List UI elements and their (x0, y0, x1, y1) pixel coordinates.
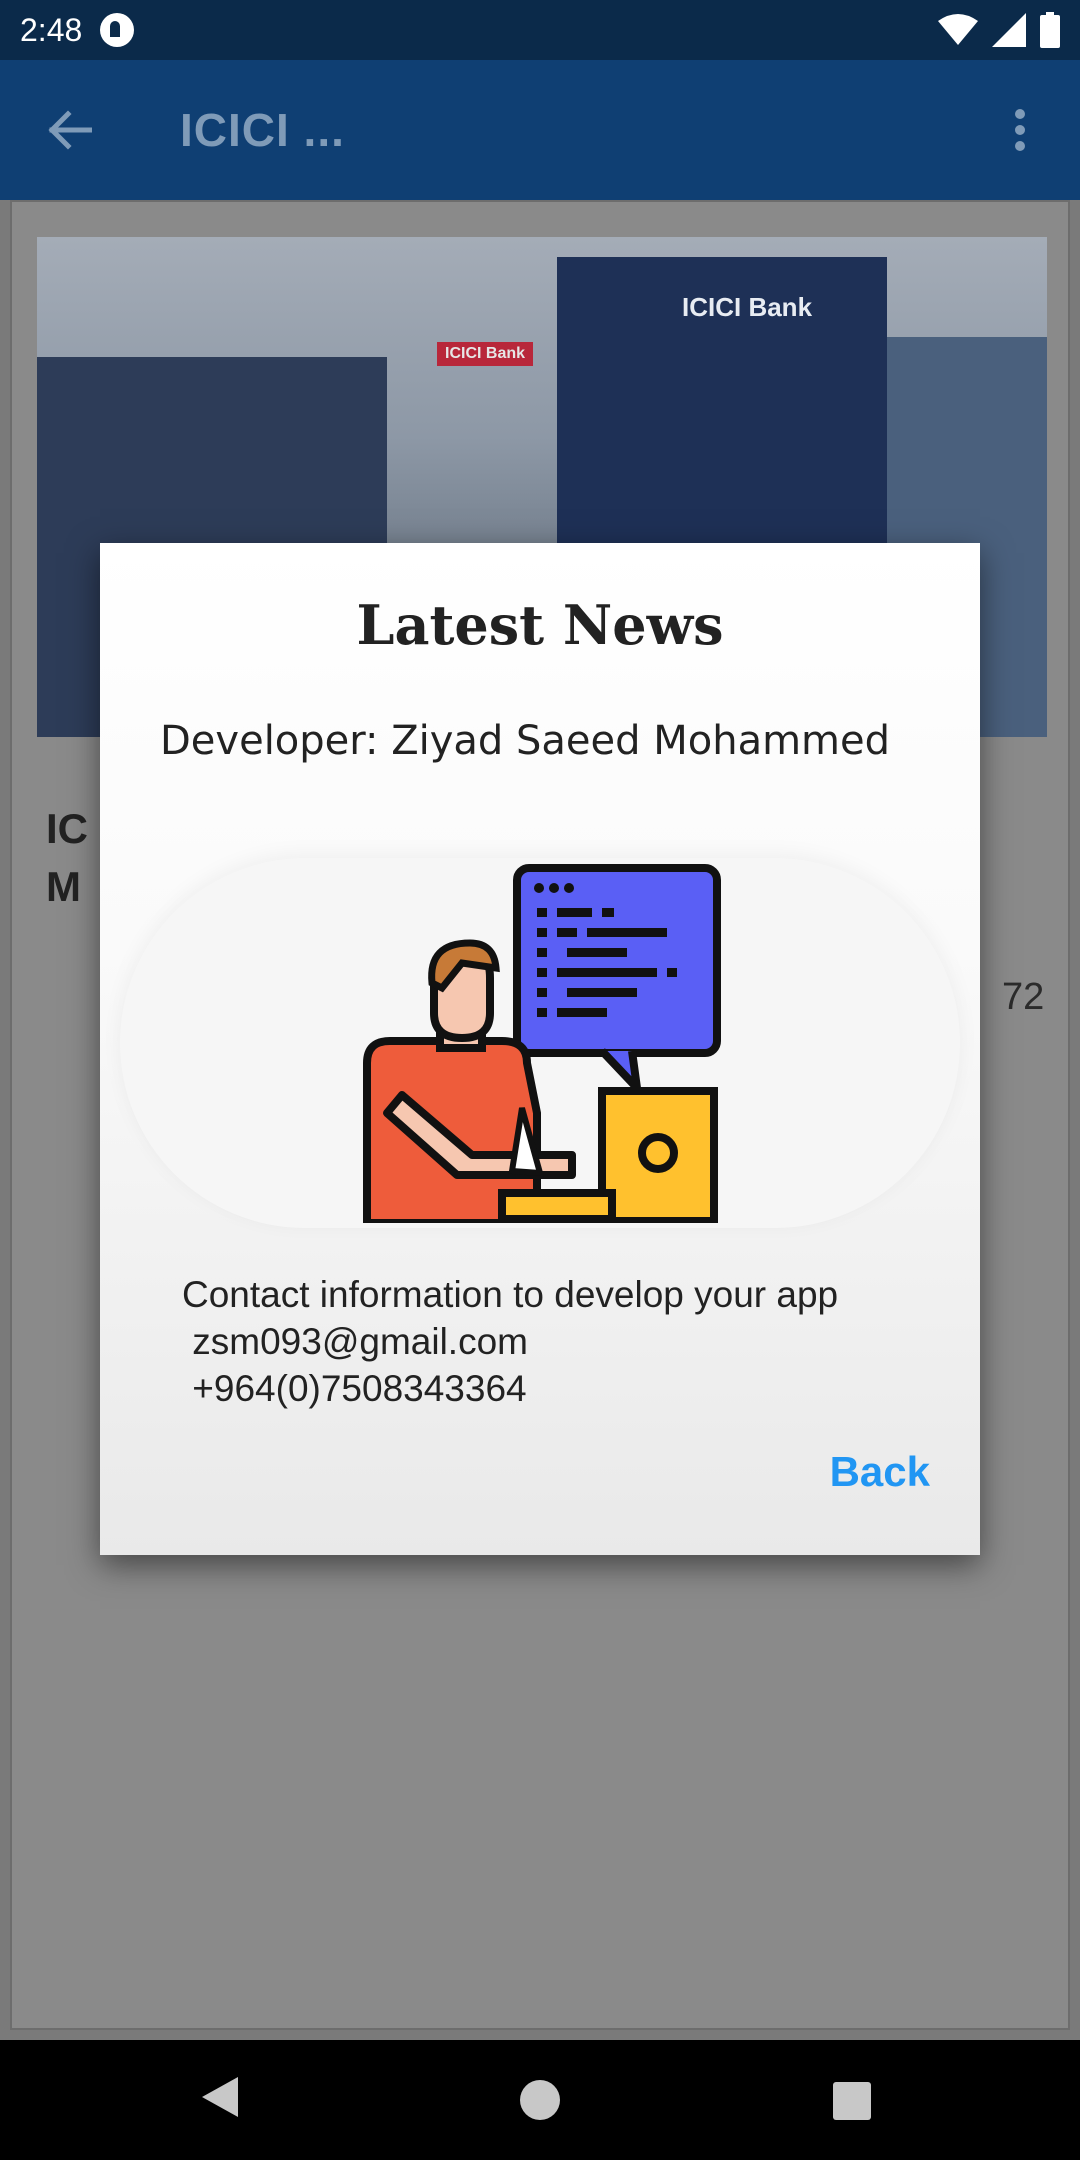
cell-signal-icon (992, 13, 1026, 47)
app-notification-icon (100, 13, 135, 47)
back-button[interactable]: Back (830, 1448, 930, 1496)
wifi-icon (938, 14, 978, 45)
latest-news-dialog: Latest News Developer: Ziyad Saeed Moham… (100, 543, 980, 1555)
hero-sign-main: ICICI Bank (682, 292, 813, 322)
nav-home-icon[interactable] (520, 2080, 560, 2120)
dialog-title: Latest News (356, 593, 724, 657)
contact-info-text: Contact information to develop your app … (182, 1274, 839, 1409)
app-bar: ICICI ... (0, 60, 1080, 200)
hero-sign-small: ICICI Bank (437, 342, 534, 366)
status-bar: 2:48 (0, 0, 1080, 60)
app-bar-title: ICICI ... (180, 104, 345, 156)
nav-back-icon[interactable] (200, 2075, 240, 2119)
developer-illustration-icon (363, 864, 721, 1223)
overflow-menu-button[interactable] (995, 95, 1045, 165)
more-vert-icon (1015, 109, 1025, 151)
arrow-left-icon (48, 110, 92, 150)
developer-text: Developer: Ziyad Saeed Mohammed (160, 718, 891, 764)
article-heading: IC M (46, 805, 88, 910)
system-navigation-bar (0, 2040, 1080, 2160)
status-icons (938, 12, 1060, 48)
status-time: 2:48 (20, 11, 83, 48)
nav-recents-icon[interactable] (833, 2082, 871, 2120)
back-arrow-button[interactable] (35, 95, 105, 165)
battery-icon (1040, 12, 1060, 48)
